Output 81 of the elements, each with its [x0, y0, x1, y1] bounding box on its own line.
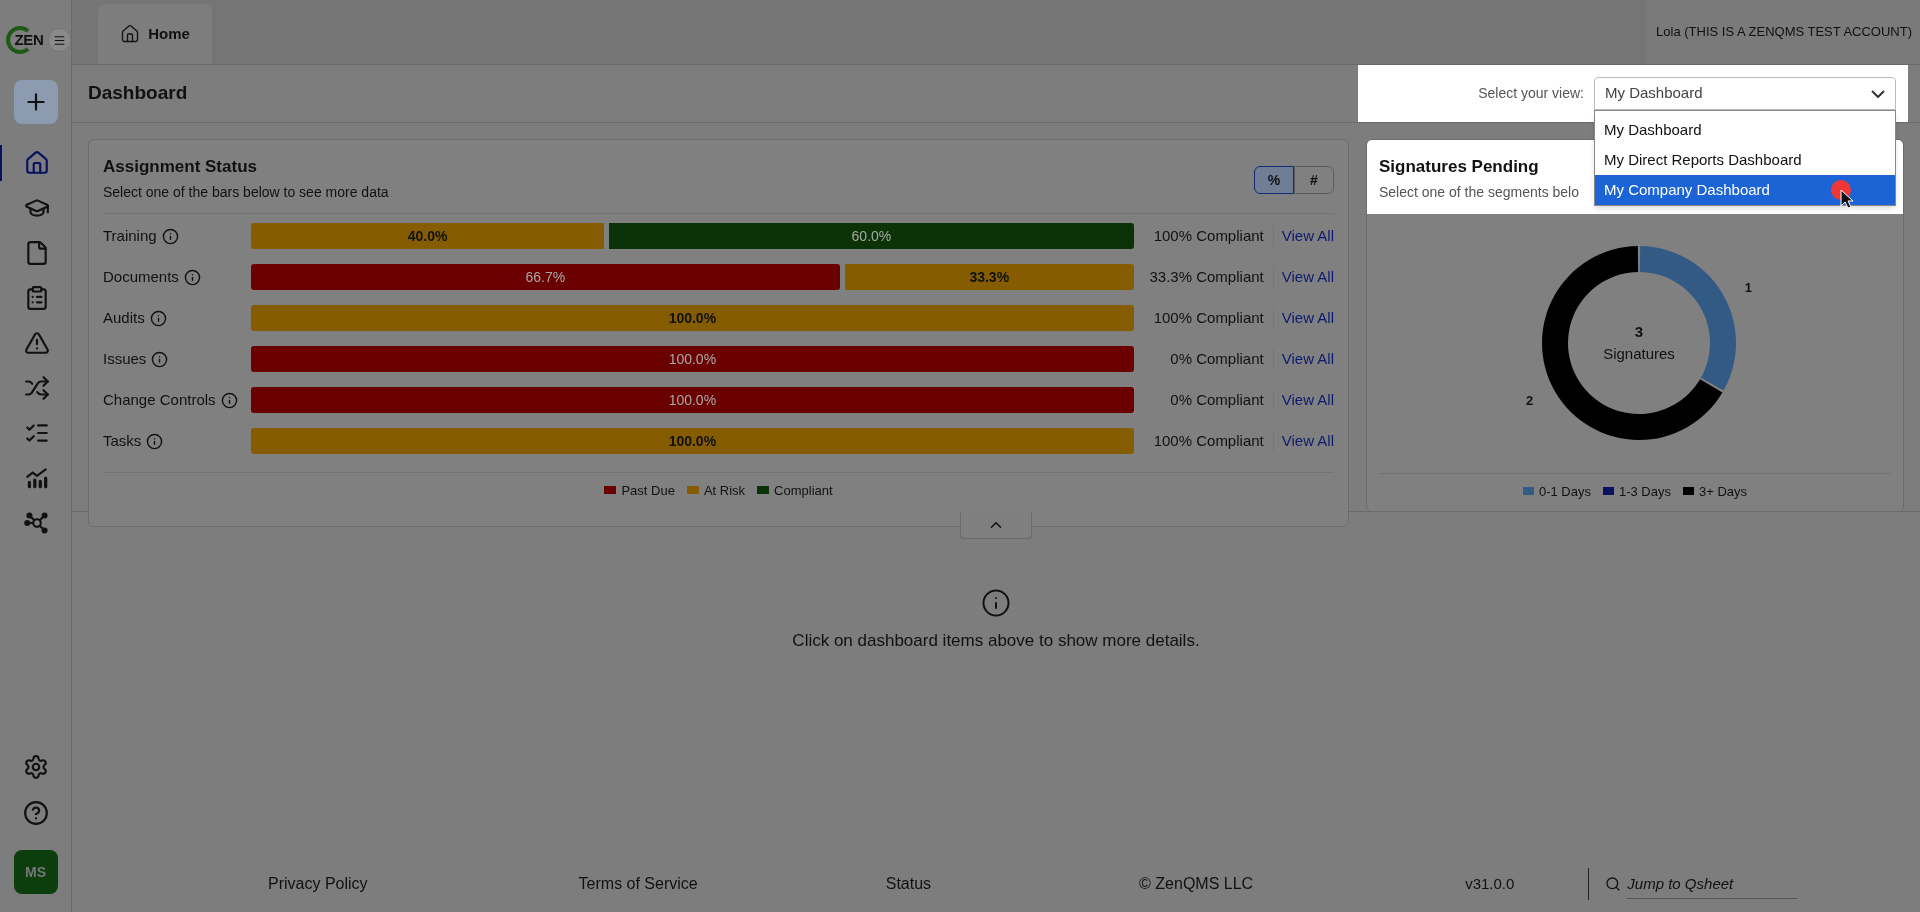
home-icon	[120, 24, 141, 44]
card-subtitle: Select one of the bars below to see more data	[103, 182, 389, 202]
center-value: 3	[1634, 321, 1644, 342]
data-label: 2	[1525, 392, 1534, 408]
view-select[interactable]: My Dashboard	[1594, 77, 1896, 110]
card-title: Assignment Status	[103, 156, 258, 178]
compliance-text: 33.3% Compliant	[1133, 265, 1274, 289]
row-label: Tasks	[103, 430, 142, 451]
legend-swatch	[1602, 487, 1614, 496]
info-icon[interactable]	[161, 227, 179, 245]
status-bar-segment[interactable]: 100.0%	[251, 305, 1134, 331]
info-icon[interactable]	[149, 309, 167, 327]
legend-label: At Risk	[703, 481, 746, 500]
compliance-text: 100% Compliant	[1133, 429, 1274, 453]
status-bar-segment[interactable]: 100.0%	[251, 346, 1134, 372]
row-label: Training	[103, 225, 157, 246]
warning-icon	[23, 330, 50, 356]
footer-link[interactable]: Terms of Service	[578, 872, 698, 896]
legend-label: 0-1 Days	[1538, 482, 1591, 501]
view-all-link[interactable]: View All	[1273, 347, 1334, 371]
network-icon	[23, 510, 50, 536]
copyright: © ZenQMS LLC	[1139, 874, 1254, 894]
new-button[interactable]	[13, 80, 58, 124]
footer-link[interactable]: Status	[885, 872, 932, 896]
view-all-link[interactable]: View All	[1273, 224, 1334, 248]
qsheet-search-field[interactable]: Jump to Qsheet	[1627, 869, 1798, 899]
info-icon	[981, 588, 1011, 618]
status-bar-segment[interactable]: 33.3%	[839, 264, 1134, 290]
menu-button[interactable]	[48, 28, 71, 52]
view-all-link[interactable]: View All	[1273, 265, 1334, 289]
page-title: Dashboard	[87, 81, 188, 106]
search-icon	[1605, 876, 1622, 892]
legend-label: Past Due	[621, 481, 675, 500]
legend-swatch	[1683, 487, 1694, 496]
footer-link[interactable]: Privacy Policy	[268, 872, 368, 896]
status-bar-segment[interactable]: 100.0%	[251, 428, 1134, 454]
view-all-link[interactable]: View All	[1273, 388, 1334, 412]
view-all-link[interactable]: View All	[1273, 306, 1334, 330]
logo: ZEN	[6, 26, 47, 54]
info-icon[interactable]	[183, 268, 201, 286]
donut-segment[interactable]	[1542, 246, 1723, 441]
row-label: Change Controls	[103, 389, 216, 410]
legend-label: Compliant	[774, 481, 833, 500]
status-bar-segment[interactable]: 60.0%	[604, 223, 1134, 249]
menu-icon	[53, 33, 66, 47]
view-all-link[interactable]: View All	[1273, 429, 1334, 453]
user-avatar[interactable]: MS	[13, 850, 58, 894]
dropdown-option[interactable]: My Dashboard	[1595, 115, 1895, 145]
row-label: Audits	[103, 307, 145, 328]
row-label: Documents	[103, 266, 179, 287]
info-icon[interactable]	[151, 350, 169, 368]
data-label: 1	[1744, 279, 1753, 295]
center-label: Signatures	[1603, 344, 1675, 365]
status-bar-segment[interactable]: 66.7%	[251, 264, 840, 290]
details-hint: Click on dashboard items above to show more details.	[792, 630, 1200, 652]
compliance-text: 0% Compliant	[1133, 388, 1274, 412]
home-icon	[23, 150, 50, 176]
status-bar-segment[interactable]: 40.0%	[251, 223, 605, 249]
unit-toggle[interactable]: #	[1294, 166, 1334, 194]
row-label: Issues	[103, 348, 147, 369]
legend-label: 3+ Days	[1699, 482, 1748, 501]
unit-toggle[interactable]: %	[1254, 166, 1294, 194]
dropdown-option[interactable]: My Direct Reports Dashboard	[1595, 145, 1895, 175]
view-label: Select your view:	[1478, 84, 1584, 103]
version: v31.0.0	[1465, 873, 1515, 894]
compliance-text: 100% Compliant	[1133, 306, 1274, 330]
compliance-text: 0% Compliant	[1133, 347, 1274, 371]
card-title: Signatures Pending	[1379, 156, 1539, 178]
legend-swatch	[1522, 487, 1534, 496]
home-tab[interactable]: Home	[98, 4, 212, 64]
info-icon[interactable]	[146, 432, 164, 450]
chart-icon	[23, 465, 50, 491]
card-subtitle: Select one of the segments belo	[1379, 182, 1580, 202]
compliance-text: 100% Compliant	[1133, 224, 1274, 248]
status-bar-segment[interactable]: 100.0%	[251, 387, 1134, 413]
chevron-icon	[1871, 89, 1885, 98]
shuffle-icon	[23, 375, 50, 401]
legend-label: 1-3 Days	[1618, 482, 1671, 501]
dropdown-option[interactable]: My Company Dashboard	[1595, 175, 1895, 205]
info-icon[interactable]	[220, 391, 238, 409]
account-name: Lola (THIS IS A ZENQMS TEST ACCOUNT)	[1655, 23, 1912, 42]
